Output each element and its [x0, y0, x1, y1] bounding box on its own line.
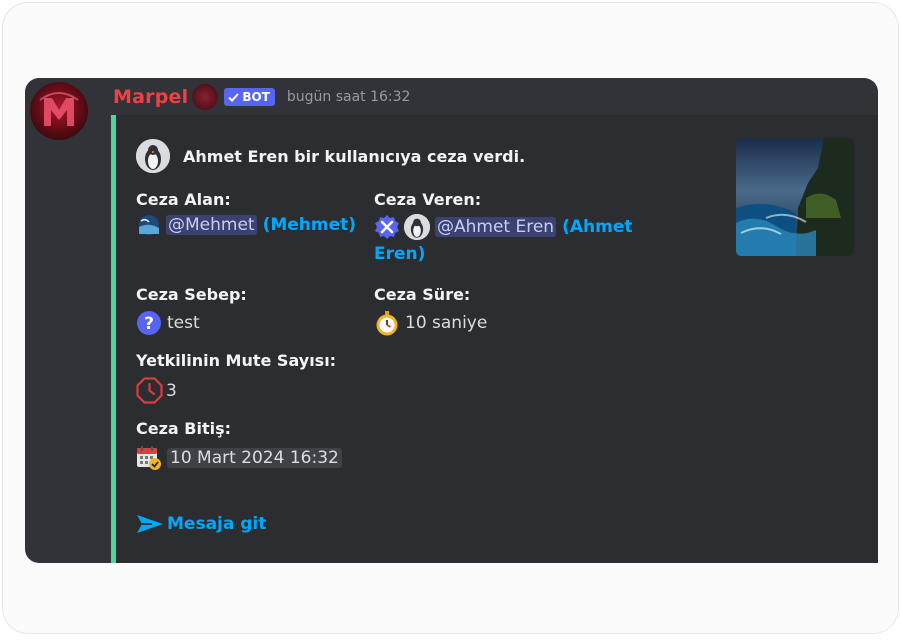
paren-ahmet: (Ahmet	[562, 217, 633, 237]
mute-sayisi-text: 3	[166, 380, 177, 401]
field-ceza-bitis-name: Ceza Bitiş:	[136, 419, 232, 438]
ceza-sure-text: 10 saniye	[405, 313, 488, 333]
jump-to-message-link[interactable]: Mesaja git	[136, 513, 266, 535]
field-ceza-sure-name: Ceza Süre:	[374, 285, 471, 304]
field-ceza-alan-name: Ceza Alan:	[136, 190, 231, 209]
verified-check-icon	[228, 92, 240, 102]
field-ceza-sebep-value: ? test	[136, 310, 200, 336]
paren-eren: Eren)	[374, 244, 426, 264]
ceza-bitis-timestamp[interactable]: 10 Mart 2024 16:32	[167, 448, 342, 468]
field-ceza-veren-value: @Ahmet Eren (Ahmet	[374, 214, 633, 240]
role-icon	[192, 84, 219, 110]
mention-ahmet-eren[interactable]: @Ahmet Eren	[435, 217, 557, 237]
jump-link-label[interactable]: Mesaja git	[167, 514, 266, 534]
embed-author: Ahmet Eren bir kullanıcıya ceza verdi.	[136, 139, 525, 173]
message-header: Marpel BOT bugün saat 16:32	[113, 84, 410, 110]
username[interactable]: Marpel	[113, 86, 188, 108]
author-avatar[interactable]	[136, 139, 170, 173]
field-mute-sayisi-name: Yetkilinin Mute Sayısı:	[136, 351, 337, 370]
stopwatch-icon	[376, 311, 398, 336]
bot-tag: BOT	[224, 88, 275, 106]
message-timestamp[interactable]: bugün saat 16:32	[287, 89, 411, 105]
field-ceza-sure-value: 10 saniye	[374, 310, 487, 336]
field-mute-sayisi-value: 3	[136, 377, 177, 404]
embed-thumbnail[interactable]	[736, 138, 854, 256]
paren-mehmet: (Mehmet)	[262, 215, 357, 235]
seascape-image	[736, 138, 854, 256]
svg-text:?: ?	[144, 314, 154, 334]
field-ceza-sebep-name: Ceza Sebep:	[136, 285, 247, 304]
embed-author-name: Ahmet Eren bir kullanıcıya ceza verdi.	[183, 146, 526, 166]
moderator-tools-icon	[375, 215, 399, 239]
clock-octagon-icon	[136, 377, 163, 404]
user-avatar-icon	[139, 215, 159, 235]
send-arrow-icon	[137, 515, 163, 533]
field-ceza-veren-name: Ceza Veren:	[374, 190, 482, 209]
penguin-small-avatar	[404, 214, 430, 240]
field-ceza-alan-value: @Mehmet (Mehmet)	[135, 214, 356, 236]
penguin-avatar-icon	[136, 139, 170, 173]
bot-tag-label: BOT	[242, 90, 270, 104]
bot-avatar[interactable]	[30, 82, 88, 140]
penguin-avatar-icon	[404, 214, 430, 240]
ceza-sebep-text: test	[167, 313, 200, 333]
question-icon: ?	[137, 311, 161, 335]
mention-mehmet[interactable]: @Mehmet	[166, 215, 257, 235]
marpel-logo-icon	[39, 92, 79, 126]
calendar-check-icon	[137, 446, 161, 470]
field-ceza-bitis-value: 10 Mart 2024 16:32	[136, 445, 342, 471]
